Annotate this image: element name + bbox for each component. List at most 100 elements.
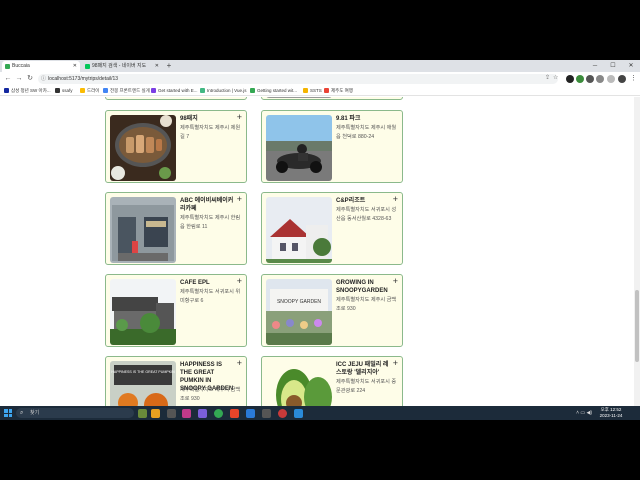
page-scrollbar[interactable] [634, 97, 640, 406]
taskbar-search[interactable]: ⌕ 찾기 [16, 408, 134, 418]
add-place-button[interactable]: + [237, 359, 242, 368]
place-address: 제주특별자치도 서귀포시 위미항구로 6 [180, 289, 241, 304]
vscode-icon[interactable] [246, 409, 255, 418]
reload-icon[interactable]: ↻ [25, 74, 35, 84]
bookmark-item[interactable]: 제주도 여행 [324, 86, 353, 96]
place-card[interactable] [261, 97, 403, 100]
add-place-button[interactable]: + [237, 195, 242, 204]
place-address: 제주특별자치도 제주시 애월읍 천덕로 880-24 [336, 125, 397, 140]
taskbar-app-icon[interactable] [262, 409, 271, 418]
tab-buccaia[interactable]: Buccaia ✕ [2, 61, 80, 72]
pumpkin-sign-text: HAPPINESS IS THE GREAT PUMPKIN [111, 370, 175, 374]
add-place-button[interactable]: + [393, 195, 398, 204]
place-image [266, 361, 332, 406]
place-image [266, 115, 332, 181]
bookmark-item[interactable]: Introduction | Vue.js [200, 86, 247, 96]
place-card[interactable]: ICC JEJU 패밀리 레스토랑 '델리지아' 제주특별자치도 서귀포시 중문… [261, 356, 403, 406]
place-card[interactable]: ABC 에이비씨베이커리카페 제주특별자치도 제주시 한림읍 한림로 11 + [105, 192, 247, 265]
taskbar-app-icon[interactable] [182, 409, 191, 418]
screen: Buccaia ✕ 98패지 검색 - 네이버 지도 ✕ + ─ ☐ ✕ ← →… [0, 0, 640, 480]
bookmark-item[interactable]: 드라이 [80, 86, 99, 96]
bookmark-star-icon[interactable]: ☆ [553, 74, 558, 81]
taskbar-clock[interactable]: 오후 12:52 2023-11-24 [596, 407, 626, 419]
add-place-button[interactable]: + [393, 277, 398, 286]
place-address: 제주특별자치도 서귀포시 성산읍 동서산월로 4328-63 [336, 207, 397, 222]
extension-icon[interactable] [576, 75, 584, 83]
bookmark-favicon-icon [55, 88, 60, 93]
close-tab-icon[interactable]: ✕ [155, 61, 159, 72]
minimize-icon[interactable]: ─ [586, 60, 604, 72]
taskbar-search-placeholder: 찾기 [30, 410, 40, 416]
bookmark-favicon-icon [4, 88, 9, 93]
address-bar[interactable]: ⓘ localhost:5173/mytrips/detail/13 [38, 74, 558, 84]
place-title: ABC 에이비씨베이커리카페 [180, 198, 234, 212]
place-title: ICC JEJU 패밀리 레스토랑 '델리지아' [336, 362, 389, 376]
menu-icon[interactable]: ⋮ [630, 74, 637, 82]
bookmark-item[interactable]: Getting started wit... [250, 86, 297, 96]
bookmark-favicon-icon [80, 88, 85, 93]
system-tray-icons[interactable]: ˄ ▭ ◀) [576, 410, 592, 416]
window-controls: ─ ☐ ✕ [586, 60, 640, 72]
forward-icon[interactable]: → [14, 74, 24, 84]
tab-label: 98패지 검색 - 네이버 지도 [92, 63, 147, 69]
place-title: 9.81 파크 [336, 116, 361, 122]
bookmark-item[interactable]: Get started with E... [151, 86, 198, 96]
extension-icon[interactable] [586, 75, 594, 83]
place-card[interactable]: C&P리조트 제주특별자치도 서귀포시 성산읍 동서산월로 4328-63 + [261, 192, 403, 265]
bookmark-favicon-icon [303, 88, 308, 93]
snoopy-sign-text: SNOOPY GARDEN [277, 299, 321, 305]
back-icon[interactable]: ← [3, 74, 13, 84]
sidebar-icon[interactable] [607, 75, 615, 83]
scrollbar-thumb[interactable] [635, 290, 639, 362]
extension-icon[interactable] [566, 75, 574, 83]
profile-avatar[interactable] [618, 75, 626, 83]
tab-naver-map[interactable]: 98패지 검색 - 네이버 지도 ✕ [82, 61, 162, 72]
place-card[interactable] [105, 97, 247, 100]
taskbar-app-icon[interactable] [230, 409, 239, 418]
bookmark-item[interactable]: 전봉 프론트엔드 실게 [103, 86, 150, 96]
place-card[interactable]: SNOOPY GARDEN GROWING IN SNOOPYGARDEN 제주… [261, 274, 403, 347]
place-address: 제주특별자치도 제주시 금백조로 930 [180, 387, 241, 402]
bookmark-favicon-icon [324, 88, 329, 93]
bookmark-item[interactable]: 삼성 청년 SW 아카... [4, 86, 51, 96]
place-card[interactable]: CAFE EPL 제주특별자치도 서귀포시 위미항구로 6 + [105, 274, 247, 347]
place-card[interactable]: HAPPINESS IS THE GREAT PUMPKIN HAPPINESS… [105, 356, 247, 406]
extensions-puzzle-icon[interactable] [596, 75, 604, 83]
share-icon[interactable]: ⇪ [545, 74, 550, 81]
taskbar-app-icon[interactable] [167, 409, 176, 418]
place-image [266, 97, 332, 98]
place-image [110, 197, 176, 263]
place-title: GROWING IN SNOOPYGARDEN [336, 280, 388, 294]
place-card[interactable]: 9.81 파크 제주특별자치도 제주시 애월읍 천덕로 880-24 [261, 110, 403, 183]
windows-start-icon[interactable] [4, 409, 12, 417]
place-address: 제주특별자치도 제주시 한림읍 한림로 11 [180, 215, 241, 230]
bookmark-item[interactable]: SSTS [303, 86, 322, 96]
maximize-icon[interactable]: ☐ [604, 60, 622, 72]
add-place-button[interactable]: + [393, 359, 398, 368]
file-explorer-icon[interactable] [151, 409, 160, 418]
taskbar-app-icon[interactable] [294, 409, 303, 418]
place-image [110, 115, 176, 181]
place-image [110, 279, 176, 345]
close-window-icon[interactable]: ✕ [622, 60, 640, 72]
add-place-button[interactable]: + [237, 277, 242, 286]
bookmark-favicon-icon [200, 88, 205, 93]
close-tab-icon[interactable]: ✕ [73, 61, 77, 72]
new-tab-button[interactable]: + [164, 61, 174, 71]
place-title: C&P리조트 [336, 198, 366, 204]
place-address: 제주특별자치도 제주시 제원길 7 [180, 125, 241, 140]
bookmark-favicon-icon [250, 88, 255, 93]
taskbar-app-icon[interactable] [138, 409, 147, 418]
site-info-icon[interactable]: ⓘ [41, 74, 46, 84]
chrome-icon[interactable] [214, 409, 223, 418]
add-place-button[interactable]: + [237, 113, 242, 122]
bookmark-item[interactable]: ssafy [55, 86, 73, 96]
place-image: SNOOPY GARDEN [266, 279, 332, 345]
taskbar-app-icon[interactable] [198, 409, 207, 418]
place-card[interactable]: 98패지 제주특별자치도 제주시 제원길 7 + [105, 110, 247, 183]
bookmarks-bar: 삼성 청년 SW 아카... ssafy 드라이 전봉 프론트엔드 실게 Get… [0, 86, 640, 96]
place-image: HAPPINESS IS THE GREAT PUMPKIN [110, 361, 176, 406]
taskbar-app-icon[interactable] [278, 409, 287, 418]
place-image [266, 197, 332, 263]
place-title: CAFE EPL [180, 280, 210, 286]
